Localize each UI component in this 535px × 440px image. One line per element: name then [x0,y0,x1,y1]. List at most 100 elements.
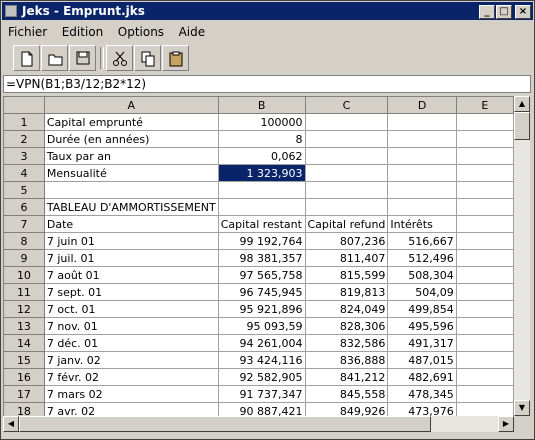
cell[interactable] [455,215,514,233]
cell[interactable]: 7 sept. 01 [43,283,219,301]
cell[interactable]: 90 887,421 [217,402,306,416]
cell[interactable]: 815,599 [304,266,389,284]
cell[interactable]: 516,667 [387,232,457,250]
cell[interactable] [455,266,514,284]
title-bar[interactable]: Jeks - Emprunt.jks _ □ × [2,2,533,20]
cell[interactable]: 7 oct. 01 [43,300,219,318]
cell[interactable]: 819,813 [304,283,389,301]
cell[interactable] [387,164,457,182]
cell[interactable]: 95 093,59 [217,317,306,335]
cell[interactable]: 845,558 [304,385,389,403]
formula-input[interactable]: =VPN(B1;B3/12;B2*12) [3,75,531,93]
cell[interactable] [387,113,457,131]
cell[interactable]: 0,062 [217,147,306,165]
cell[interactable] [43,181,219,199]
cell[interactable] [455,130,514,148]
cell[interactable]: 7 déc. 01 [43,334,219,352]
cell[interactable]: 95 921,896 [217,300,306,318]
menu-aide[interactable]: Aide [174,23,212,41]
row-header[interactable]: 10 [3,266,45,284]
cell[interactable]: 499,854 [387,300,457,318]
scroll-right-button[interactable]: ▶ [498,416,514,432]
cell[interactable]: 97 565,758 [217,266,306,284]
cell[interactable]: Durée (en années) [43,130,219,148]
cell[interactable] [387,130,457,148]
cell[interactable]: 94 261,004 [217,334,306,352]
cell[interactable]: 495,596 [387,317,457,335]
row-header[interactable]: 11 [3,283,45,301]
cell[interactable]: 96 745,945 [217,283,306,301]
cell[interactable]: 7 janv. 02 [43,351,219,369]
close-button[interactable]: × [515,5,531,19]
cell[interactable]: 849,926 [304,402,389,416]
cell[interactable] [455,317,514,335]
cell[interactable]: Date [43,215,219,233]
cell[interactable]: 7 mars 02 [43,385,219,403]
column-header[interactable]: D [387,96,457,114]
cell[interactable]: 99 192,764 [217,232,306,250]
maximize-button[interactable]: □ [496,5,512,19]
row-header[interactable]: 9 [3,249,45,267]
row-header[interactable]: 12 [3,300,45,318]
cell[interactable]: 7 juil. 01 [43,249,219,267]
column-header[interactable]: A [43,96,219,114]
cell[interactable]: 504,09 [387,283,457,301]
cell[interactable]: 508,304 [387,266,457,284]
cell[interactable]: Capital refund [304,215,389,233]
scroll-down-button[interactable]: ▼ [514,400,530,416]
cell[interactable]: 93 424,116 [217,351,306,369]
cell[interactable] [387,198,457,216]
row-header[interactable]: 5 [3,181,45,199]
cell[interactable]: 7 août 01 [43,266,219,284]
cell[interactable]: 7 avr. 02 [43,402,219,416]
cell[interactable]: 478,345 [387,385,457,403]
open-button[interactable] [41,45,68,71]
cell[interactable]: 512,496 [387,249,457,267]
cell[interactable]: 836,888 [304,351,389,369]
cell[interactable]: 7 nov. 01 [43,317,219,335]
cell[interactable]: Mensualité [43,164,219,182]
cell[interactable]: 491,317 [387,334,457,352]
cell[interactable] [455,351,514,369]
cell[interactable]: 8 [217,130,306,148]
row-header[interactable]: 3 [3,147,45,165]
cell[interactable] [304,147,389,165]
cell[interactable] [455,164,514,182]
cell[interactable]: 828,306 [304,317,389,335]
cut-button[interactable] [106,45,133,71]
row-header[interactable]: 13 [3,317,45,335]
scroll-left-button[interactable]: ◀ [3,416,19,432]
copy-button[interactable] [134,45,161,71]
cell[interactable]: Capital restant [217,215,306,233]
cell[interactable] [455,300,514,318]
cell[interactable] [455,283,514,301]
cell[interactable] [455,113,514,131]
new-file-button[interactable] [13,45,40,71]
cell[interactable]: 811,407 [304,249,389,267]
menu-edition[interactable]: Edition [57,23,110,41]
vertical-scrollbar[interactable]: ▲ ▼ [514,96,530,416]
cell[interactable] [455,198,514,216]
cell[interactable]: Intérêts [387,215,457,233]
cell[interactable] [387,147,457,165]
minimize-button[interactable]: _ [479,5,495,19]
column-header[interactable]: C [304,96,389,114]
row-header[interactable]: 4 [3,164,45,182]
cell[interactable] [455,385,514,403]
cell[interactable] [217,181,306,199]
cell[interactable] [217,198,306,216]
cell[interactable] [455,402,514,416]
cell[interactable]: TABLEAU D'AMMORTISSEMENT [43,198,219,216]
cell[interactable] [455,249,514,267]
row-header[interactable]: 18 [3,402,45,416]
cell[interactable]: 7 févr. 02 [43,368,219,386]
row-header[interactable]: 2 [3,130,45,148]
cell[interactable] [304,113,389,131]
cell[interactable]: 98 381,357 [217,249,306,267]
cell[interactable] [455,181,514,199]
cell[interactable]: 807,236 [304,232,389,250]
cell[interactable]: 7 juin 01 [43,232,219,250]
menu-fichier[interactable]: Fichier [3,23,53,41]
row-header[interactable]: 15 [3,351,45,369]
cell[interactable]: 92 582,905 [217,368,306,386]
